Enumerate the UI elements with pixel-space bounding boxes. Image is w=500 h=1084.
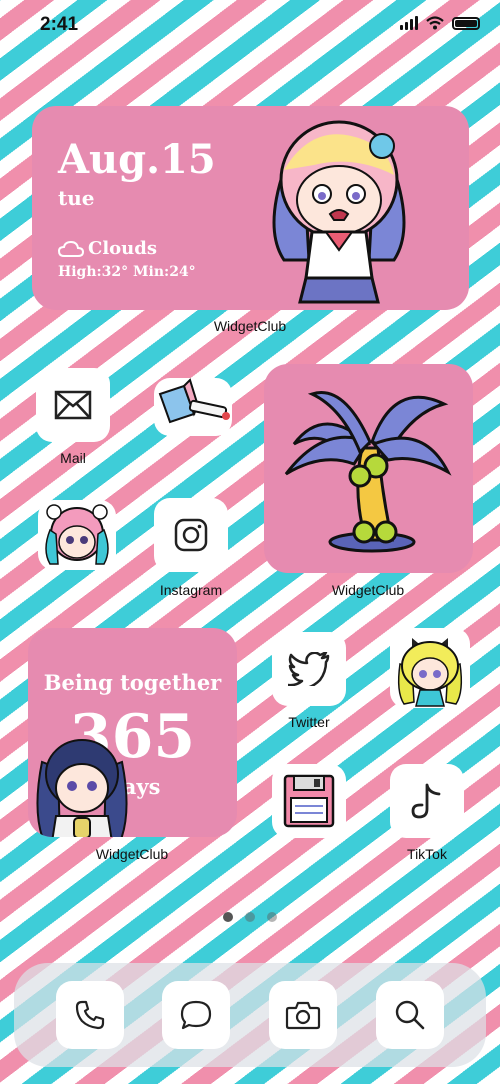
palm-widget-label: WidgetClub: [331, 582, 405, 598]
wifi-icon: [426, 16, 444, 30]
palm-tree-widget[interactable]: [264, 364, 473, 573]
counter-widget-label: WidgetClub: [95, 846, 169, 862]
search-icon: [395, 1000, 425, 1030]
music-note-icon: [411, 783, 441, 819]
cloud-icon: [58, 240, 84, 257]
palm-tree-image: [284, 391, 452, 553]
dock: [14, 963, 486, 1067]
pink-hair-girl-sticker-icon[interactable]: [38, 500, 116, 570]
camera-outline-icon: [174, 518, 208, 552]
page-indicator[interactable]: [0, 912, 500, 922]
instagram-app-icon[interactable]: [154, 498, 228, 572]
bird-icon: [288, 652, 330, 686]
milk-carton-sticker-icon[interactable]: [150, 374, 236, 440]
camera-app-icon[interactable]: [269, 981, 337, 1049]
weather-widget[interactable]: Aug.15 tue Clouds High:32° Min:24°: [32, 106, 469, 310]
tiktok-label: TikTok: [407, 846, 447, 862]
counter-title: Being together: [43, 670, 222, 695]
envelope-icon: [54, 390, 92, 420]
signal-icon: [400, 16, 418, 30]
floppy-disk-sticker-icon[interactable]: [272, 764, 346, 838]
phone-icon: [75, 1000, 105, 1030]
days-counter-widget[interactable]: Being together 365 Days: [28, 628, 237, 837]
phone-app-icon[interactable]: [56, 981, 124, 1049]
condition-text: Clouds: [88, 238, 157, 259]
instagram-label: Instagram: [159, 582, 223, 598]
search-app-icon[interactable]: [376, 981, 444, 1049]
blonde-girl-sticker-icon[interactable]: [390, 628, 470, 708]
status-bar: 2:41: [0, 0, 500, 48]
page-dot-2[interactable]: [245, 912, 255, 922]
twitter-app-icon[interactable]: [272, 632, 346, 706]
mail-label: Mail: [60, 450, 86, 466]
anime-girl-image: [272, 120, 406, 304]
date-text: Aug.15: [58, 136, 216, 183]
twitter-label: Twitter: [288, 714, 330, 730]
dark-hair-girl-image: [36, 739, 128, 837]
tiktok-app-icon[interactable]: [390, 764, 464, 838]
weekday-text: tue: [58, 186, 95, 210]
clock: 2:41: [40, 14, 79, 35]
camera-icon: [285, 1001, 321, 1030]
temperature-text: High:32° Min:24°: [58, 264, 196, 280]
mail-app-icon[interactable]: [36, 368, 110, 442]
home-screen: 2:41 Aug.15 tue Clouds High:32° Min:24°: [0, 0, 500, 1084]
page-dot-3[interactable]: [267, 912, 277, 922]
battery-icon: [452, 16, 480, 30]
chat-bubble-icon: [180, 1000, 212, 1030]
page-dot-1[interactable]: [223, 912, 233, 922]
weather-widget-label: WidgetClub: [213, 318, 287, 334]
messages-app-icon[interactable]: [162, 981, 230, 1049]
